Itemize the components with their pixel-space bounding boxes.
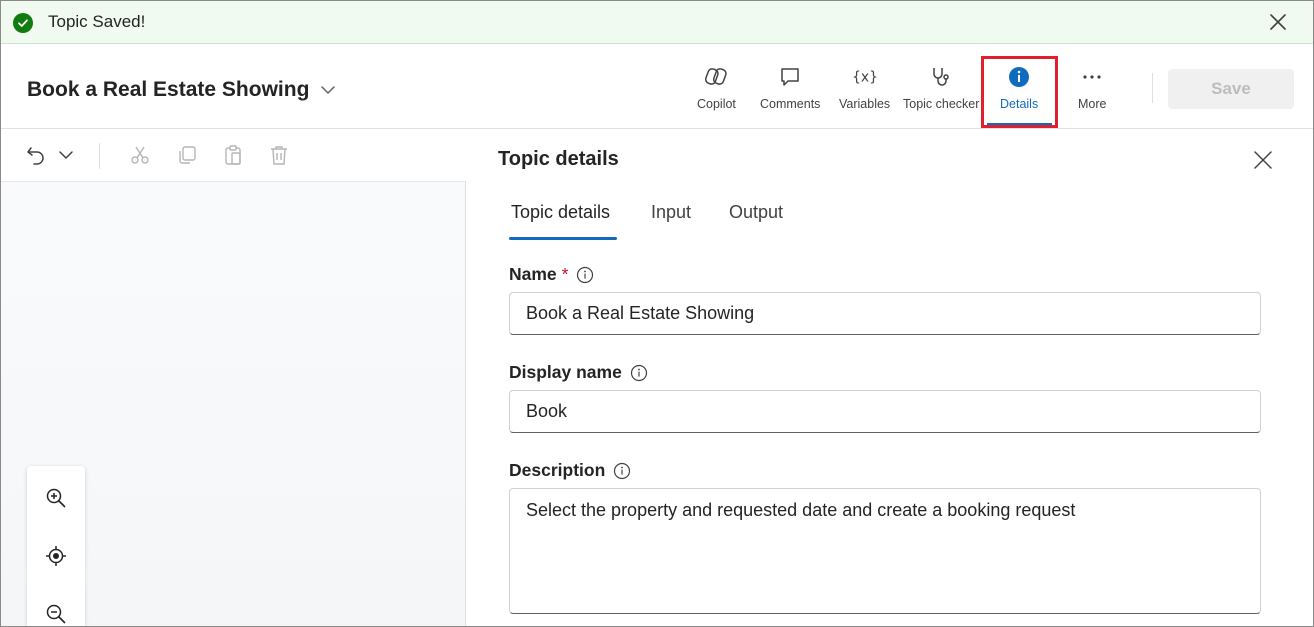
active-tab-indicator bbox=[509, 237, 617, 240]
details-highlight-box bbox=[981, 56, 1058, 128]
zoom-controls bbox=[27, 466, 85, 626]
topic-checker-button[interactable]: Topic checker bbox=[903, 65, 979, 115]
tab-topic-details[interactable]: Topic details bbox=[511, 202, 610, 223]
save-notification-banner: Topic Saved! bbox=[1, 1, 1313, 44]
more-button[interactable]: More bbox=[1078, 65, 1106, 115]
panel-title: Topic details bbox=[498, 148, 619, 170]
paste-icon[interactable] bbox=[220, 142, 246, 168]
info-icon[interactable] bbox=[630, 364, 648, 382]
display-name-field[interactable]: Book bbox=[509, 390, 1261, 433]
info-icon[interactable] bbox=[613, 462, 631, 480]
chevron-down-icon[interactable] bbox=[319, 81, 337, 99]
toolbar-divider bbox=[99, 143, 100, 169]
tab-output[interactable]: Output bbox=[729, 202, 783, 223]
success-check-icon bbox=[13, 13, 33, 33]
copy-icon[interactable] bbox=[174, 142, 200, 168]
authoring-canvas[interactable] bbox=[1, 130, 466, 626]
info-icon[interactable] bbox=[576, 266, 594, 284]
tab-input[interactable]: Input bbox=[651, 202, 691, 223]
canvas-toolbar bbox=[1, 130, 466, 182]
description-field-label: Description bbox=[509, 460, 631, 481]
topic-checker-label: Topic checker bbox=[903, 97, 980, 111]
copilot-icon bbox=[704, 65, 728, 89]
banner-close-icon[interactable] bbox=[1267, 11, 1289, 33]
save-button[interactable]: Save bbox=[1168, 69, 1294, 109]
comments-label: Comments bbox=[760, 97, 821, 111]
comment-icon bbox=[778, 65, 802, 89]
name-field-label: Name * bbox=[509, 264, 594, 285]
topic-header: Book a Real Estate Showing Copilot Comme… bbox=[1, 45, 1313, 129]
svg-text:{x}: {x} bbox=[853, 70, 877, 86]
copilot-button[interactable]: Copilot bbox=[697, 65, 736, 115]
close-icon[interactable] bbox=[1253, 150, 1273, 170]
display-name-field-label: Display name bbox=[509, 362, 648, 383]
cut-icon[interactable] bbox=[127, 142, 153, 168]
zoom-out-icon[interactable] bbox=[44, 602, 68, 626]
required-marker: * bbox=[561, 264, 569, 284]
more-label: More bbox=[1078, 97, 1107, 111]
topic-title: Book a Real Estate Showing bbox=[27, 78, 310, 101]
description-label-text: Description bbox=[509, 460, 606, 480]
header-divider bbox=[1152, 73, 1153, 103]
banner-message: Topic Saved! bbox=[48, 12, 146, 31]
app-window: Topic Saved! Book a Real Estate Showing … bbox=[0, 0, 1314, 627]
delete-icon[interactable] bbox=[266, 142, 292, 168]
stethoscope-icon bbox=[929, 65, 953, 89]
chevron-down-icon[interactable] bbox=[53, 142, 79, 168]
zoom-in-icon[interactable] bbox=[44, 486, 68, 510]
undo-icon[interactable] bbox=[23, 142, 49, 168]
name-field[interactable]: Book a Real Estate Showing bbox=[509, 292, 1261, 335]
name-label-text: Name bbox=[509, 264, 557, 284]
topic-details-panel: Topic details Topic details Input Output… bbox=[467, 130, 1313, 626]
more-icon bbox=[1080, 65, 1104, 89]
variables-button[interactable]: {x} Variables bbox=[839, 65, 890, 115]
copilot-label: Copilot bbox=[697, 97, 736, 111]
description-field[interactable]: Select the property and requested date a… bbox=[509, 488, 1261, 614]
variables-icon: {x} bbox=[853, 65, 877, 89]
recenter-icon[interactable] bbox=[44, 544, 68, 568]
comments-button[interactable]: Comments bbox=[760, 65, 820, 115]
display-name-label-text: Display name bbox=[509, 362, 622, 382]
variables-label: Variables bbox=[839, 97, 891, 111]
